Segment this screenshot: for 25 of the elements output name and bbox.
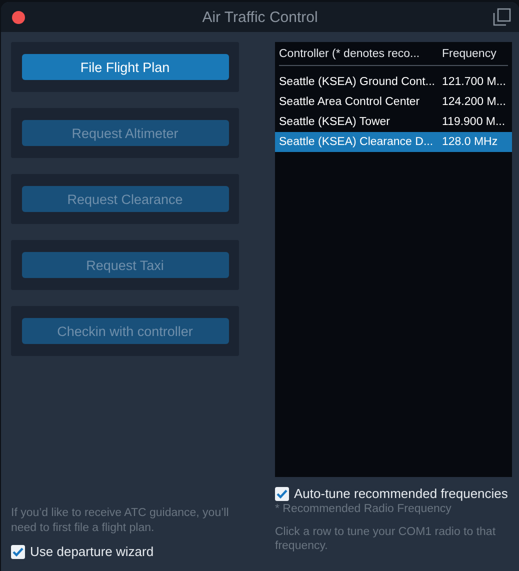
hint-text: Click a row to tune your COM1 radio to that frequency.	[275, 525, 497, 553]
table-row[interactable]: Seattle (KSEA) Tower 119.900 M...	[275, 112, 512, 132]
action-button[interactable]: File Flight Plan	[22, 54, 228, 80]
guidance-note: If you’d like to receive ATC guidance, you’ll need to first file a flight plan.	[11, 506, 230, 536]
table-cell: 128.0 MHz	[442, 136, 498, 148]
table-cell: 121.700 M...	[442, 76, 506, 88]
checkbox[interactable]	[11, 544, 25, 558]
checkbox-label: Auto-tune recommended frequencies	[294, 486, 508, 501]
table-row[interactable]: Seattle (KSEA) Clearance D... 128.0 MHz	[275, 132, 512, 152]
close-button[interactable]	[12, 10, 25, 24]
window-title: Air Traffic Control	[202, 8, 318, 26]
column-header: Controller (* denotes reco...	[279, 48, 421, 60]
table-row[interactable]: Seattle (KSEA) Ground Cont... 121.700 M...	[275, 72, 512, 92]
checkbox-label: Use departure wizard	[30, 544, 154, 559]
table-cell-text: Seattle (KSEA) Ground Cont...	[279, 76, 436, 88]
legend-text: * Recommended Radio Frequency	[275, 502, 452, 516]
table-cell-text: Seattle Area Control Center	[279, 96, 421, 108]
table-cell: 124.200 M...	[442, 96, 506, 108]
pop-out-icon[interactable]	[493, 8, 511, 26]
checkbox[interactable]	[275, 486, 289, 500]
table-cell: 119.900 M...	[442, 116, 506, 128]
column-header: Frequency	[442, 48, 496, 60]
table-cell-text: Seattle (KSEA) Clearance D...	[279, 136, 434, 148]
table-row[interactable]: Seattle Area Control Center 124.200 M...	[275, 92, 512, 112]
table-cell-text: Seattle (KSEA) Tower	[279, 116, 392, 128]
